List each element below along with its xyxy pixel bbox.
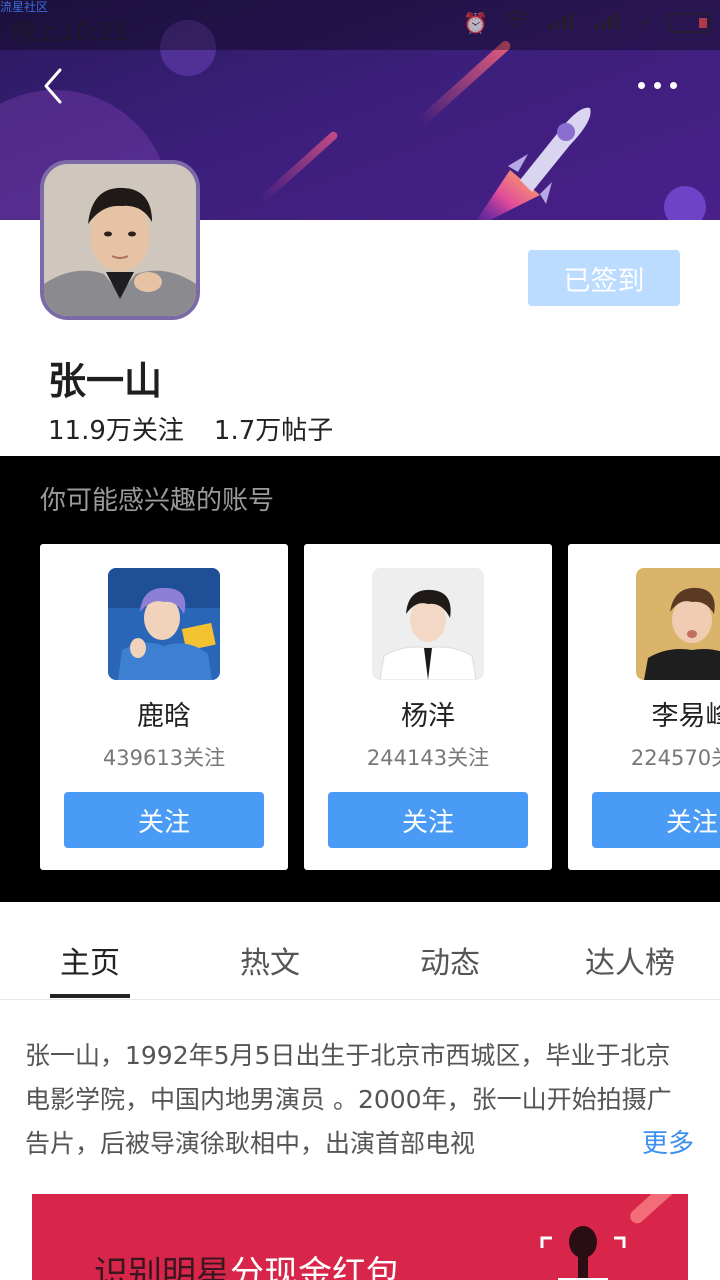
posts-count[interactable]: 1.7万帖子 (214, 410, 333, 447)
profile-name: 张一山 (48, 359, 163, 403)
account-card[interactable]: 鹿晗 439613关注 关注 (40, 544, 288, 870)
app-label: 流星社区 (0, 0, 49, 14)
more-dots-icon (670, 82, 677, 89)
avatar-image (108, 568, 220, 680)
section-title: 你可能感兴趣的账号 (40, 486, 275, 516)
microphone-icon (540, 1226, 626, 1280)
status-icons: ⏰ ⚡ (463, 10, 712, 35)
avatar-image (372, 568, 484, 680)
more-dots-icon (638, 82, 645, 89)
tab-home[interactable]: 主页 (0, 938, 180, 982)
account-avatar[interactable] (636, 568, 720, 680)
profile-tabs: 主页 热文 动态 达人榜 (0, 902, 720, 1000)
more-button[interactable] (630, 70, 690, 100)
avatar-image (636, 568, 720, 680)
banner-decoration (664, 186, 706, 220)
promo-banner[interactable]: 识别明星分现金红包 (32, 1194, 688, 1280)
bio-more-link[interactable]: 更多 (600, 1122, 700, 1166)
bio-text: 张一山，1992年5月5日出生于北京市西城区，毕业于北京电影学院，中国内地男演员… (25, 1041, 672, 1158)
promo-text: 识别明星分现金红包 (94, 1246, 400, 1280)
follow-button[interactable]: 关注 (328, 792, 528, 848)
followers-count[interactable]: 11.9万关注 (48, 410, 184, 447)
avatar-image (44, 164, 196, 316)
account-card[interactable]: 李易峰 224570关注 关注 (568, 544, 720, 870)
battery-icon (668, 12, 712, 33)
account-avatar[interactable] (108, 568, 220, 680)
chevron-left-icon (44, 68, 62, 104)
wifi-icon (504, 10, 530, 35)
account-follow-count: 439613关注 (102, 746, 226, 770)
signal-icon (592, 10, 622, 35)
rocket-icon (476, 107, 591, 220)
tab-leaderboard[interactable]: 达人榜 (540, 938, 720, 982)
signal-icon (546, 10, 576, 35)
account-follow-count: 244143关注 (366, 746, 490, 770)
more-dots-icon (654, 82, 661, 89)
active-tab-indicator (50, 994, 130, 998)
banner-decoration (259, 130, 339, 203)
account-follow-count: 224570关注 (630, 746, 720, 770)
signin-button[interactable]: 已签到 (528, 250, 680, 306)
back-button[interactable] (34, 66, 74, 106)
account-card[interactable]: 杨洋 244143关注 关注 (304, 544, 552, 870)
account-avatar[interactable] (372, 568, 484, 680)
alarm-icon: ⏰ (463, 10, 488, 35)
account-name: 李易峰 (651, 701, 720, 732)
promo-text-dark: 识别明星 (94, 1254, 230, 1280)
status-time: 晚上10:21 (12, 18, 130, 46)
tab-hot-articles[interactable]: 热文 (180, 938, 360, 982)
profile-avatar[interactable] (40, 160, 200, 320)
profile-stats: 11.9万关注 1.7万帖子 (48, 410, 333, 447)
charging-icon: ⚡ (637, 10, 652, 35)
promo-text-light: 分现金红包 (230, 1254, 400, 1280)
account-name: 鹿晗 (137, 701, 191, 732)
follow-button[interactable]: 关注 (592, 792, 720, 848)
account-name: 杨洋 (401, 701, 455, 732)
recommended-accounts: 你可能感兴趣的账号 鹿晗 439613关注 关注 杨洋 244143关注 关注 … (0, 456, 720, 902)
status-bar: 晚上10:21 流星社区 ⏰ ⚡ (0, 0, 720, 50)
follow-button[interactable]: 关注 (64, 792, 264, 848)
promo-decoration (627, 1194, 688, 1227)
tab-activity[interactable]: 动态 (360, 938, 540, 982)
